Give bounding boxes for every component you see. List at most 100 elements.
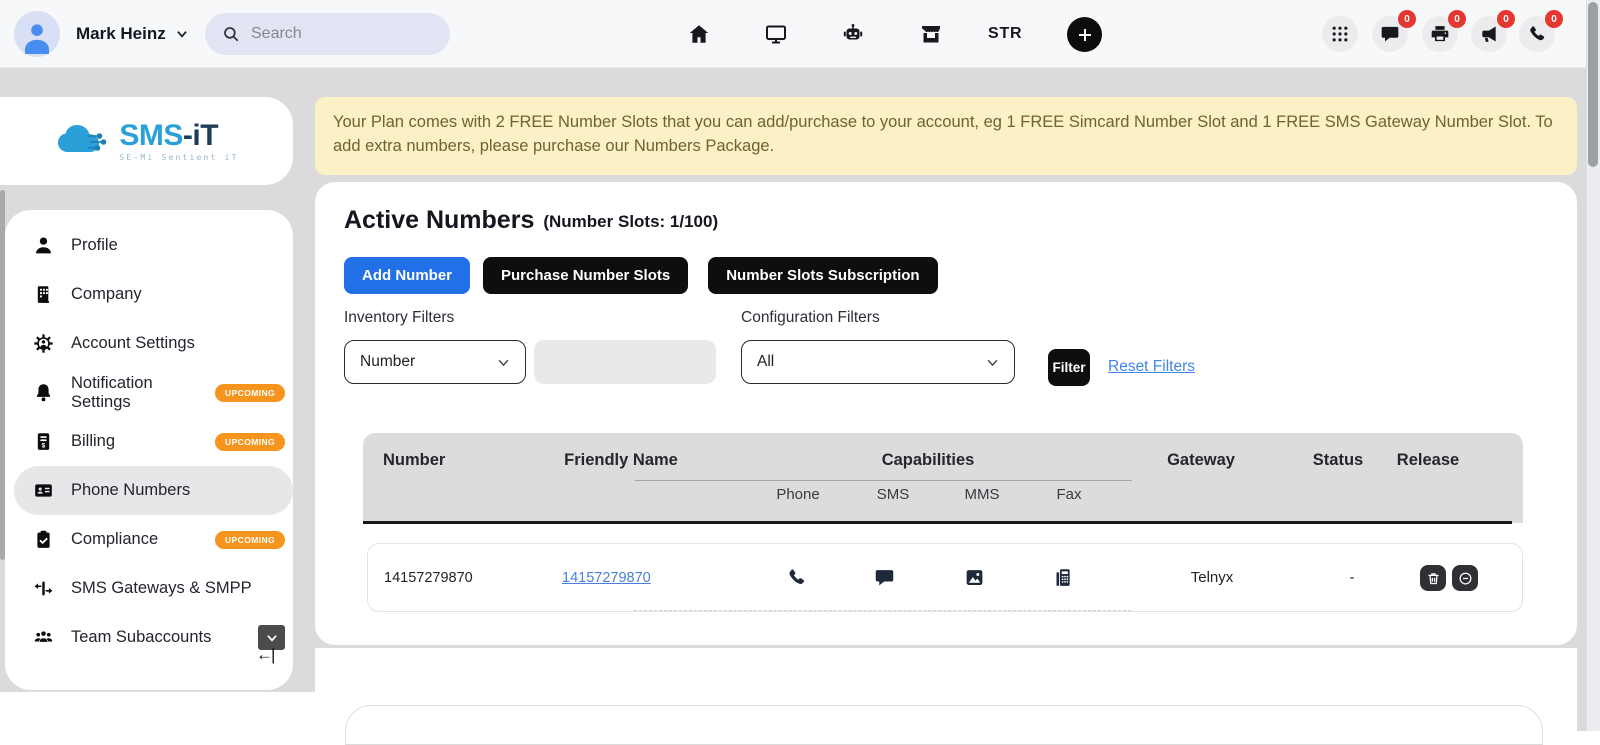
row-friendly-name-cell: 14157279870: [562, 544, 651, 611]
search-icon: [224, 27, 239, 42]
inventory-filter-input[interactable]: [534, 340, 716, 384]
window-scrollbar-thumb[interactable]: [1588, 2, 1598, 167]
svg-text:$: $: [41, 442, 45, 449]
plan-info-banner: Your Plan comes with 2 FREE Number Slots…: [315, 97, 1577, 175]
brand-tagline: SE-Mi Sentient iT: [119, 152, 239, 162]
capability-fax-icon: [1051, 565, 1075, 589]
configuration-filter-select[interactable]: All: [741, 340, 1015, 384]
row-gateway: Telnyx: [1190, 569, 1234, 586]
monitor-icon[interactable]: [763, 21, 789, 47]
calls-badge: 0: [1545, 10, 1563, 28]
sidebar-item-profile[interactable]: Profile: [5, 221, 293, 270]
chevron-down-icon: [498, 359, 509, 366]
contact-card-icon: [32, 480, 54, 502]
subcol-sms: SMS: [876, 486, 910, 503]
chat-icon: [1381, 26, 1399, 42]
sidebar-scrollbar[interactable]: [0, 190, 5, 560]
capability-phone-icon: [784, 565, 808, 589]
str-label[interactable]: STR: [988, 0, 1022, 68]
row-status: -: [1349, 569, 1355, 586]
inventory-filter-select[interactable]: Number: [344, 340, 526, 384]
smsit-cloud-logo-icon: [54, 118, 112, 165]
number-slots-subscription-button[interactable]: Number Slots Subscription: [708, 257, 938, 294]
apps-grid-button[interactable]: [1322, 16, 1358, 52]
reset-filters-link[interactable]: Reset Filters: [1108, 358, 1195, 376]
sidebar-item-label: Phone Numbers: [71, 481, 191, 499]
chat-button[interactable]: 0: [1372, 10, 1416, 52]
table-header: Number Friendly Name Capabilities Phone …: [363, 433, 1523, 523]
sidebar-item-label: Compliance: [71, 530, 159, 548]
sidebar-item-account-settings[interactable]: Account Settings: [5, 319, 293, 368]
gateway-icon: [32, 578, 54, 600]
col-capabilities: Capabilities: [881, 451, 975, 469]
row-capabilities-divider: [634, 610, 1131, 611]
subcol-phone: Phone: [776, 486, 820, 503]
printer-badge: 0: [1448, 10, 1466, 28]
next-section-card: [345, 705, 1543, 745]
chevron-down-icon: [177, 31, 187, 38]
chat-badge: 0: [1398, 10, 1416, 28]
bell-icon: [32, 382, 54, 404]
gear-person-icon: [32, 333, 54, 355]
home-icon[interactable]: [686, 21, 712, 47]
add-button[interactable]: [1067, 17, 1102, 52]
avatar[interactable]: [14, 11, 60, 57]
upcoming-badge: UPCOMING: [215, 432, 285, 451]
friendly-name-link[interactable]: 14157279870: [562, 570, 651, 586]
subcol-mms: MMS: [964, 486, 1000, 503]
megaphone-icon: [1482, 26, 1496, 42]
col-friendly-name: Friendly Name: [564, 451, 678, 469]
sidebar-item-company[interactable]: Company: [5, 270, 293, 319]
search-box[interactable]: [205, 13, 450, 55]
sidebar-item-billing[interactable]: $ Billing UPCOMING: [5, 417, 293, 466]
add-number-button[interactable]: Add Number: [344, 257, 470, 294]
minus-circle-icon: [1459, 572, 1471, 584]
printer-button[interactable]: 0: [1422, 10, 1466, 52]
sidebar-item-label: Notification Settings: [71, 373, 153, 411]
filter-button[interactable]: Filter: [1048, 349, 1090, 386]
right-margin-background: [1577, 68, 1586, 731]
upcoming-badge: UPCOMING: [215, 530, 285, 549]
plus-icon: [1078, 28, 1091, 41]
sidebar-item-label: SMS Gateways & SMPP: [71, 579, 252, 597]
user-name-label: Mark Heinz: [76, 24, 166, 43]
configuration-filter-value: All: [757, 353, 775, 370]
building-icon: [32, 284, 54, 306]
delete-number-button[interactable]: [1420, 565, 1446, 591]
release-number-button[interactable]: [1452, 565, 1478, 591]
robot-icon[interactable]: [840, 21, 866, 47]
search-input[interactable]: [251, 25, 436, 43]
phone-icon: [1530, 26, 1545, 41]
chevron-down-icon: [266, 634, 277, 642]
sidebar-item-compliance[interactable]: Compliance UPCOMING: [5, 515, 293, 564]
sidebar-item-label: Team Subaccounts: [71, 628, 212, 646]
store-icon[interactable]: [918, 21, 944, 47]
sidebar-item-phone-numbers[interactable]: Phone Numbers: [14, 466, 293, 515]
upcoming-badge: UPCOMING: [215, 383, 285, 402]
team-icon: [32, 627, 54, 649]
capability-mms-icon: [962, 565, 986, 589]
sidebar-item-team-subaccounts[interactable]: Team Subaccounts: [5, 613, 293, 662]
col-release: Release: [1396, 451, 1460, 469]
logo-card: SMS-iT SE-Mi Sentient iT: [0, 97, 293, 185]
clipboard-check-icon: [32, 529, 54, 551]
sidebar-item-notification-settings[interactable]: Notification Settings UPCOMING: [5, 368, 293, 417]
collapse-sidebar-icon[interactable]: ←|: [256, 645, 275, 665]
number-slots-count: (Number Slots: 1/100): [543, 212, 719, 231]
apps-grid-icon: [1332, 26, 1348, 42]
billing-icon: $: [32, 431, 54, 453]
phone-button[interactable]: 0: [1519, 10, 1563, 52]
topbar: Mark Heinz STR 0 0 0 0: [0, 0, 1586, 68]
purchase-number-slots-button[interactable]: Purchase Number Slots: [483, 257, 689, 294]
sidebar-item-label: Billing: [71, 432, 116, 450]
person-icon: [32, 235, 54, 257]
sidebar-item-label: Profile: [71, 236, 118, 254]
user-menu[interactable]: Mark Heinz: [76, 0, 189, 68]
sidebar-item-label: Account Settings: [71, 334, 195, 352]
page-title: Active Numbers: [344, 206, 535, 234]
sidebar-item-sms-gateways[interactable]: SMS Gateways & SMPP: [5, 564, 293, 613]
megaphone-badge: 0: [1497, 10, 1515, 28]
megaphone-button[interactable]: 0: [1471, 10, 1515, 52]
inventory-filters-label: Inventory Filters: [344, 309, 455, 326]
active-numbers-panel: Active Numbers (Number Slots: 1/100) Add…: [315, 182, 1577, 645]
